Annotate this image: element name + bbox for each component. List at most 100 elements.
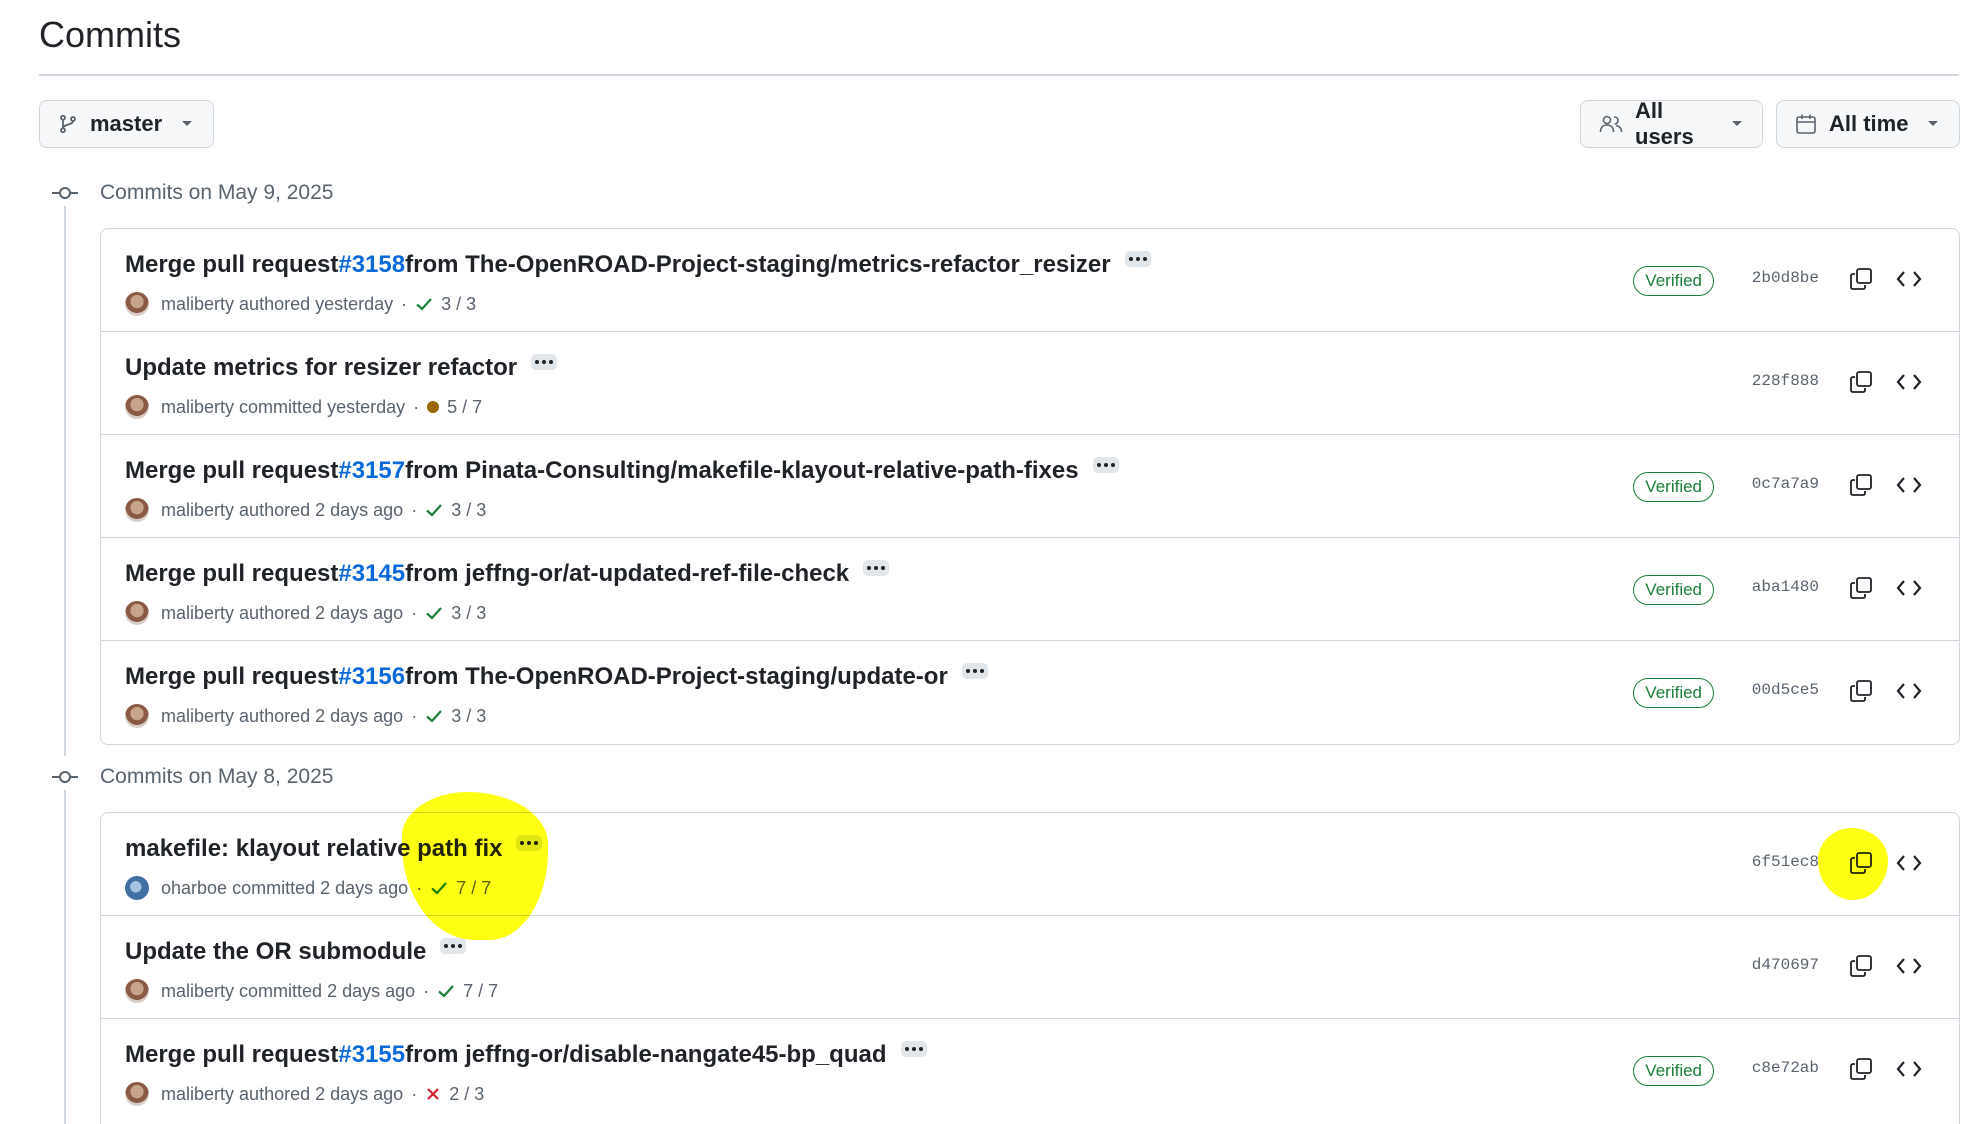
expand-message-button[interactable] — [863, 560, 890, 576]
checks-status[interactable]: 3 / 3 — [415, 294, 476, 315]
expand-message-button[interactable] — [900, 1041, 927, 1057]
verified-badge[interactable]: Verified — [1633, 472, 1714, 502]
expand-message-button[interactable] — [516, 835, 543, 851]
commit-message[interactable]: Update metrics for resizer refactor — [125, 354, 558, 382]
expand-message-button[interactable] — [961, 663, 988, 679]
avatar[interactable] — [125, 601, 149, 625]
commit-message[interactable]: Merge pull request #3145 from jeffng-or/… — [125, 560, 890, 588]
commit-row: Merge pull request #3145 from jeffng-or/… — [101, 538, 1959, 641]
copy-sha-button[interactable] — [1847, 1057, 1875, 1085]
commit-message-text[interactable]: Merge pull request — [125, 560, 338, 588]
commit-sha-link[interactable]: d470697 — [1752, 956, 1819, 974]
commit-action: committed — [232, 877, 316, 898]
commit-message-text[interactable]: Merge pull request — [125, 1041, 338, 1069]
commit-group-header: Commits on May 8, 2025 — [50, 765, 333, 789]
expand-message-button[interactable] — [1092, 457, 1119, 473]
commit-sha-link[interactable]: 228f888 — [1752, 372, 1819, 390]
users-filter-button[interactable]: All users — [1580, 98, 1763, 149]
commit-message-text[interactable]: makefile: klayout relative path fix — [125, 835, 502, 863]
author-link[interactable]: maliberty — [161, 706, 234, 727]
copy-sha-button[interactable] — [1847, 851, 1875, 879]
pull-request-link[interactable]: #3145 — [338, 560, 405, 588]
author-link[interactable]: maliberty — [161, 1084, 234, 1105]
avatar[interactable] — [125, 498, 149, 522]
pull-request-link[interactable]: #3157 — [338, 457, 405, 485]
browse-files-button[interactable] — [1895, 1057, 1923, 1085]
checks-status[interactable]: 3 / 3 — [425, 500, 486, 521]
commit-sha-link[interactable]: 2b0d8be — [1752, 269, 1819, 287]
copy-sha-button[interactable] — [1847, 473, 1875, 501]
verified-badge[interactable]: Verified — [1633, 1056, 1714, 1086]
author-link[interactable]: maliberty — [161, 294, 234, 315]
author-link[interactable]: maliberty — [161, 397, 234, 418]
pull-request-link[interactable]: #3158 — [338, 251, 405, 279]
checks-status[interactable]: 2 / 3 — [425, 1084, 484, 1105]
checks-status[interactable]: 3 / 3 — [425, 706, 486, 727]
browse-files-button[interactable] — [1895, 679, 1923, 707]
commit-message-text[interactable]: Update the OR submodule — [125, 938, 426, 966]
commit-sha-link[interactable]: aba1480 — [1752, 578, 1819, 596]
browse-files-button[interactable] — [1895, 954, 1923, 982]
avatar[interactable] — [125, 704, 149, 728]
commit-message[interactable]: Merge pull request #3157 from Pinata-Con… — [125, 457, 1119, 485]
checks-status[interactable]: 7 / 7 — [437, 981, 498, 1002]
checks-status[interactable]: 5 / 7 — [427, 397, 482, 418]
author-link[interactable]: maliberty — [161, 603, 234, 624]
commit-message[interactable]: Merge pull request #3158 from The-OpenRO… — [125, 251, 1151, 279]
avatar[interactable] — [125, 979, 149, 1003]
commit-message[interactable]: Merge pull request #3155 from jeffng-or/… — [125, 1041, 927, 1069]
commit-sha-link[interactable]: c8e72ab — [1752, 1059, 1819, 1077]
avatar[interactable] — [125, 1082, 149, 1106]
calendar-icon — [1795, 113, 1817, 135]
commit-message[interactable]: Merge pull request #3156 from The-OpenRO… — [125, 663, 988, 691]
check-icon — [415, 296, 433, 312]
avatar[interactable] — [125, 876, 149, 900]
verified-badge[interactable]: Verified — [1633, 575, 1714, 605]
author-link[interactable]: maliberty — [161, 500, 234, 521]
copy-sha-button[interactable] — [1847, 267, 1875, 295]
commit-message-text[interactable]: from The-OpenROAD-Project-staging/update… — [405, 663, 948, 691]
commit-message[interactable]: Update the OR submodule — [125, 938, 467, 966]
commit-message[interactable]: makefile: klayout relative path fix — [125, 835, 543, 863]
commit-message-text[interactable]: from Pinata-Consulting/makefile-klayout-… — [405, 457, 1078, 485]
time-filter-button[interactable]: All time — [1776, 100, 1960, 148]
verified-badge[interactable]: Verified — [1633, 266, 1714, 296]
browse-files-button[interactable] — [1895, 370, 1923, 398]
browse-files-button[interactable] — [1895, 473, 1923, 501]
expand-message-button[interactable] — [440, 938, 467, 954]
checks-status[interactable]: 3 / 3 — [425, 603, 486, 624]
chevron-down-icon — [1730, 119, 1744, 129]
copy-sha-button[interactable] — [1847, 370, 1875, 398]
avatar[interactable] — [125, 292, 149, 316]
commit-sha-link[interactable]: 00d5ce5 — [1752, 681, 1819, 699]
avatar[interactable] — [125, 395, 149, 419]
commit-message-text[interactable]: Merge pull request — [125, 457, 338, 485]
commit-message-text[interactable]: from jeffng-or/disable-nangate45-bp_quad — [405, 1041, 886, 1069]
verified-badge[interactable]: Verified — [1633, 678, 1714, 708]
pull-request-link[interactable]: #3155 — [338, 1041, 405, 1069]
browse-files-button[interactable] — [1895, 851, 1923, 879]
commit-message-text[interactable]: Merge pull request — [125, 251, 338, 279]
page-title: Commits — [39, 14, 181, 55]
commit-sha-link[interactable]: 6f51ec8 — [1752, 853, 1819, 871]
commit-message-text[interactable]: from The-OpenROAD-Project-staging/metric… — [405, 251, 1111, 279]
author-link[interactable]: oharboe — [161, 878, 227, 899]
expand-message-button[interactable] — [531, 354, 558, 370]
commit-message-text[interactable]: Update metrics for resizer refactor — [125, 354, 517, 382]
commit-message-text[interactable]: Merge pull request — [125, 663, 338, 691]
copy-sha-button[interactable] — [1847, 679, 1875, 707]
chevron-down-icon — [180, 119, 194, 129]
browse-files-button[interactable] — [1895, 576, 1923, 604]
copy-sha-button[interactable] — [1847, 954, 1875, 982]
branch-select-button[interactable]: master — [39, 100, 214, 148]
pull-request-link[interactable]: #3156 — [338, 663, 405, 691]
commit-row: Merge pull request #3157 from Pinata-Con… — [101, 435, 1959, 538]
copy-sha-button[interactable] — [1847, 576, 1875, 604]
commit-sha-link[interactable]: 0c7a7a9 — [1752, 475, 1819, 493]
users-filter-label: All users — [1635, 98, 1694, 149]
browse-files-button[interactable] — [1895, 267, 1923, 295]
author-link[interactable]: maliberty — [161, 981, 234, 1002]
expand-message-button[interactable] — [1124, 251, 1151, 267]
commit-message-text[interactable]: from jeffng-or/at-updated-ref-file-check — [405, 560, 849, 588]
checks-status[interactable]: 7 / 7 — [430, 878, 491, 899]
